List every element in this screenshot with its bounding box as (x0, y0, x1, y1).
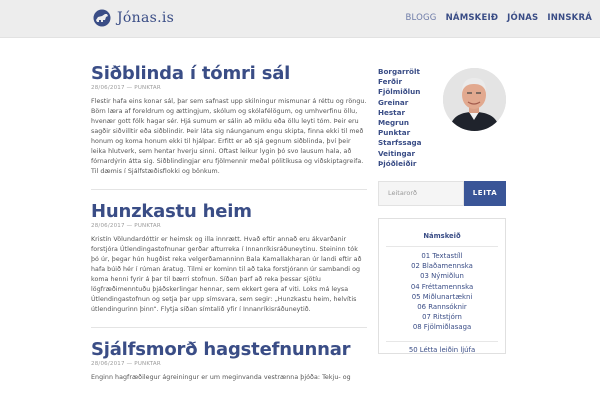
post-divider (91, 327, 367, 328)
course-link[interactable]: 03 Nýmiðlun (379, 271, 505, 281)
post-item: Siðblinda í tómri sál 28/06/2017 — PUNKT… (91, 64, 367, 177)
courses-title: Námskeið (423, 232, 461, 240)
course-link[interactable]: 06 Rannsóknir (379, 302, 505, 312)
courses-list: 01 Textastíll 02 Blaðamennska 03 Nýmiðlu… (379, 251, 505, 333)
category-link[interactable]: Megrun (378, 118, 422, 128)
author-avatar (443, 68, 506, 131)
author-portrait (443, 68, 506, 131)
nav-jonas[interactable]: JÓNAS (507, 13, 538, 23)
category-link[interactable]: Þjóðleiðir (378, 159, 422, 169)
courses-box: Námskeið 01 Textastíll 02 Blaðamennska 0… (378, 218, 506, 354)
logo-text: Jónas.is (117, 10, 175, 26)
post-excerpt: Flestir hafa eins konar sál, þar sem saf… (91, 98, 367, 175)
course-link[interactable]: 01 Textastíll (379, 251, 505, 261)
category-link[interactable]: Borgarrölt (378, 67, 422, 77)
main-nav: BLOGG NÁMSKEIÐ JÓNAS INNSKRÁ (405, 13, 592, 23)
courses-divider (386, 246, 498, 247)
course-link[interactable]: 08 Fjölmiðlasaga (379, 322, 505, 332)
course-link[interactable]: 05 Miðlunartækni (379, 292, 505, 302)
category-link[interactable]: Veitingar (378, 149, 422, 159)
post-title[interactable]: Siðblinda í tómri sál (91, 64, 367, 84)
course-link[interactable]: 50 Létta leiðin ljúfa (379, 346, 505, 354)
course-link[interactable]: 02 Blaðamennska (379, 261, 505, 271)
post-list: Siðblinda í tómri sál 28/06/2017 — PUNKT… (91, 64, 367, 383)
nav-blog[interactable]: BLOGG (405, 13, 436, 23)
post-item: Hunzkastu heim 28/06/2017 — PUNKTAR Kris… (91, 202, 367, 315)
course-link[interactable]: 07 Ritstjórn (379, 312, 505, 322)
post-meta: 28/06/2017 — PUNKTAR (91, 85, 161, 91)
category-link[interactable]: Fjölmiðlun (378, 87, 422, 97)
nav-courses[interactable]: NÁMSKEIÐ (446, 13, 499, 23)
post-meta: 28/06/2017 — PUNKTAR (91, 361, 161, 367)
post-divider (91, 189, 367, 190)
category-link[interactable]: Hestar (378, 108, 422, 118)
post-meta: 28/06/2017 — PUNKTAR (91, 223, 161, 229)
post-title[interactable]: Hunzkastu heim (91, 202, 367, 222)
category-link[interactable]: Ferðir (378, 77, 422, 87)
site-logo[interactable]: Jónas.is (91, 9, 174, 27)
course-link[interactable]: 04 Fréttamennska (379, 282, 505, 292)
search-button[interactable]: LEITA (464, 181, 506, 206)
horse-icon (93, 9, 111, 27)
post-excerpt: Enginn hagfræðilegur ágreiningur er um m… (91, 374, 351, 381)
post-item: Sjálfsmorð hagstefnunnar 28/06/2017 — PU… (91, 340, 367, 383)
search-form: Leitarorð LEITA (378, 181, 506, 206)
category-link[interactable]: Starfssaga (378, 138, 422, 148)
top-bar: Jónas.is BLOGG NÁMSKEIÐ JÓNAS INNSKRÁ (0, 0, 600, 38)
post-title[interactable]: Sjálfsmorð hagstefnunnar (91, 340, 367, 360)
post-excerpt: Kristín Völundardóttir er heimsk og illa… (91, 236, 362, 313)
category-link[interactable]: Punktar (378, 128, 422, 138)
category-link[interactable]: Greinar (378, 98, 422, 108)
nav-login[interactable]: INNSKRÁ (547, 13, 592, 23)
category-links: Borgarrölt Ferðir Fjölmiðlun Greinar Hes… (378, 67, 422, 169)
courses-divider (386, 340, 498, 342)
search-input[interactable]: Leitarorð (378, 181, 464, 206)
